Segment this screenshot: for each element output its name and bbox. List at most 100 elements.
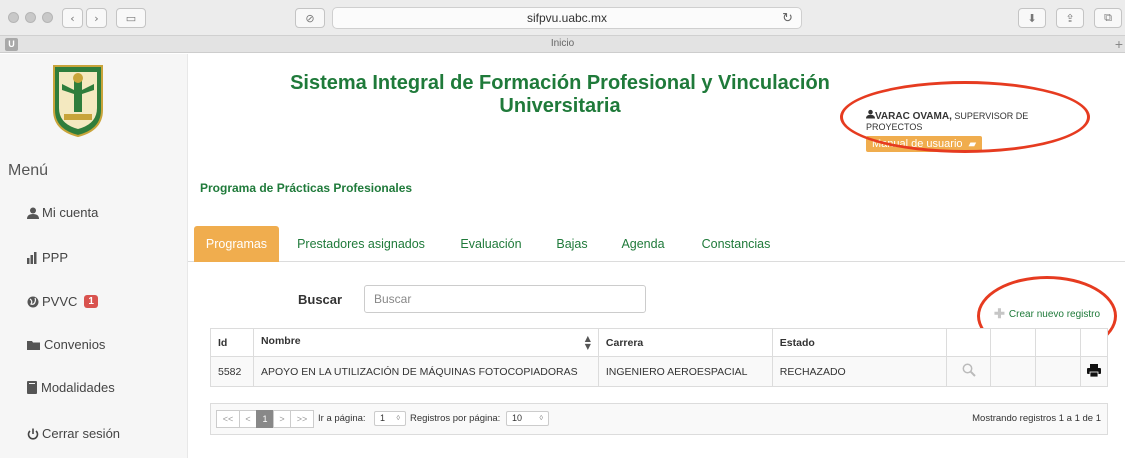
column-header-action	[1079, 328, 1109, 357]
menu-title: Menú	[8, 162, 49, 179]
column-header-action	[1035, 328, 1081, 357]
action-cell	[1035, 356, 1081, 387]
user-icon	[866, 109, 875, 119]
tab-prestadores-asignados[interactable]: Prestadores asignados	[295, 226, 427, 262]
chevron-right-icon: ›	[94, 11, 99, 25]
column-header-action	[946, 328, 992, 357]
cell-carrera: INGENIERO AEROESPACIAL	[597, 356, 773, 387]
user-info: VARAC OVAMA, SUPERVISOR DE PROYECTOS Man…	[866, 109, 1086, 152]
sidebar-item-label: PPP	[42, 250, 69, 265]
first-page-button[interactable]: <<	[216, 410, 240, 428]
per-page-label: Registros por página:	[410, 413, 501, 424]
printer-icon	[1086, 363, 1101, 377]
cell-id: 5582	[210, 356, 254, 387]
site-title-line-2: Universitaria	[499, 95, 621, 117]
sidebar-icon: ▭	[125, 11, 137, 25]
share-icon: ⇪	[1065, 11, 1075, 25]
goto-page-label: Ir a página:	[318, 413, 366, 424]
sidebar-item-modalidades[interactable]: Modalidades	[27, 380, 115, 395]
privacy-button[interactable]: ⊘	[295, 8, 325, 28]
view-button[interactable]	[946, 356, 992, 387]
user-icon	[27, 207, 39, 219]
tab-bajas[interactable]: Bajas	[552, 226, 592, 262]
sidebar: Menú Mi cuenta PPP PVVC 1 Convenios Moda…	[0, 54, 188, 458]
tab-evaluacion[interactable]: Evaluación	[455, 226, 527, 262]
programs-table: Id Nombre ▲ ▼ Carrera Estado 5582 APOYO EN…	[210, 328, 1109, 387]
crear-nuevo-registro-button[interactable]: ✚ Crear nuevo registro	[994, 306, 1100, 322]
per-page-value: 10	[512, 413, 523, 423]
share-button[interactable]: ⇪	[1056, 8, 1084, 28]
column-header-id[interactable]: Id	[210, 328, 254, 357]
page: Menú Mi cuenta PPP PVVC 1 Convenios Moda…	[0, 54, 1125, 458]
table-header-row: Id Nombre ▲ ▼ Carrera Estado	[210, 328, 1109, 357]
minimize-window-button[interactable]	[25, 12, 36, 23]
pagination-bar: << < 1 > >> Ir a página: 1 ◊ Registros po…	[210, 403, 1108, 435]
block-icon: ⊘	[305, 11, 315, 25]
search-label: Buscar	[298, 292, 343, 307]
bar-chart-icon	[27, 251, 37, 264]
forward-button[interactable]: ›	[86, 8, 107, 28]
tab-programas[interactable]: Programas	[194, 226, 279, 262]
zoom-window-button[interactable]	[42, 12, 53, 23]
back-button[interactable]: ‹	[62, 8, 83, 28]
site-title-line-1: Sistema Integral de Formación Profesiona…	[290, 72, 830, 94]
pagination-buttons: << < 1 > >>	[216, 410, 314, 428]
sidebar-item-cerrar-sesion[interactable]: Cerrar sesión	[27, 426, 120, 441]
cell-estado: RECHAZADO	[771, 356, 948, 387]
next-page-button[interactable]: >	[273, 410, 291, 428]
address-bar[interactable]: sifpvu.uabc.mx ↻	[332, 7, 802, 29]
url-text: sifpvu.uabc.mx	[526, 11, 608, 25]
print-button[interactable]	[1079, 356, 1109, 387]
chevron-left-icon: ‹	[70, 11, 75, 25]
notification-badge: 1	[84, 295, 98, 308]
sidebar-item-pvvc[interactable]: PVVC 1	[27, 294, 98, 309]
sidebar-item-label: Mi cuenta	[42, 205, 99, 220]
tabs-icon: ⧉	[1104, 11, 1112, 24]
folder-icon	[27, 340, 40, 350]
cell-nombre: APOYO EN LA UTILIZACIÓN DE MÁQUINAS FOTO…	[252, 356, 599, 387]
column-header-estado[interactable]: Estado	[771, 328, 948, 357]
new-tab-icon[interactable]: +	[1115, 36, 1123, 52]
plus-icon: ✚	[994, 306, 1005, 321]
records-info: Mostrando registros 1 a 1 de 1	[972, 413, 1101, 424]
book-icon	[27, 381, 37, 394]
sidebar-item-label: Convenios	[44, 337, 106, 352]
last-page-button[interactable]: >>	[290, 410, 314, 428]
sidebar-item-label: Cerrar sesión	[42, 426, 121, 441]
manual-de-usuario-button[interactable]: Manual de usuario ▰	[866, 136, 983, 152]
column-header-action	[990, 328, 1037, 357]
column-header-label: Nombre	[260, 334, 301, 347]
sidebar-item-convenios[interactable]: Convenios	[27, 337, 105, 352]
user-name: VARAC OVAMA,	[875, 111, 952, 122]
sidebar-toggle-button[interactable]: ▭	[116, 8, 146, 28]
sort-icon[interactable]: ▲ ▼	[585, 334, 591, 351]
power-icon	[27, 428, 39, 440]
page-button-current[interactable]: 1	[256, 410, 274, 428]
university-crest-logo	[53, 65, 103, 138]
tabs-overview-button[interactable]: ⧉	[1094, 8, 1122, 28]
create-label: Crear nuevo registro	[1008, 308, 1101, 320]
browser-tab-title[interactable]: Inicio	[0, 38, 1125, 49]
prev-page-button[interactable]: <	[239, 410, 257, 428]
goto-page-value: 1	[380, 413, 386, 423]
close-window-button[interactable]	[8, 12, 19, 23]
tab-agenda[interactable]: Agenda	[618, 226, 668, 262]
window-controls[interactable]	[8, 12, 53, 23]
reload-icon[interactable]: ↻	[782, 11, 793, 26]
column-header-nombre[interactable]: Nombre ▲ ▼	[252, 328, 599, 357]
search-input[interactable]	[364, 285, 646, 313]
sidebar-item-mi-cuenta[interactable]: Mi cuenta	[27, 205, 98, 220]
column-header-carrera[interactable]: Carrera	[597, 328, 773, 357]
goto-page-select[interactable]: 1 ◊	[374, 411, 406, 426]
sidebar-item-label: PVVC	[42, 294, 78, 309]
per-page-select[interactable]: 10 ◊	[506, 411, 549, 426]
globe-icon	[27, 296, 39, 307]
browser-toolbar: ‹ › ▭ ⊘ sifpvu.uabc.mx ↻ ⬇ ⇪ ⧉	[0, 0, 1125, 36]
table-row: 5582 APOYO EN LA UTILIZACIÓN DE MÁQUINAS…	[210, 356, 1109, 387]
sidebar-item-ppp[interactable]: PPP	[27, 250, 68, 265]
sidebar-item-label: Modalidades	[41, 380, 115, 395]
tab-constancias[interactable]: Constancias	[697, 226, 775, 262]
downloads-button[interactable]: ⬇	[1018, 8, 1046, 28]
action-cell	[990, 356, 1037, 387]
manual-label: Manual de usuario	[872, 138, 963, 150]
